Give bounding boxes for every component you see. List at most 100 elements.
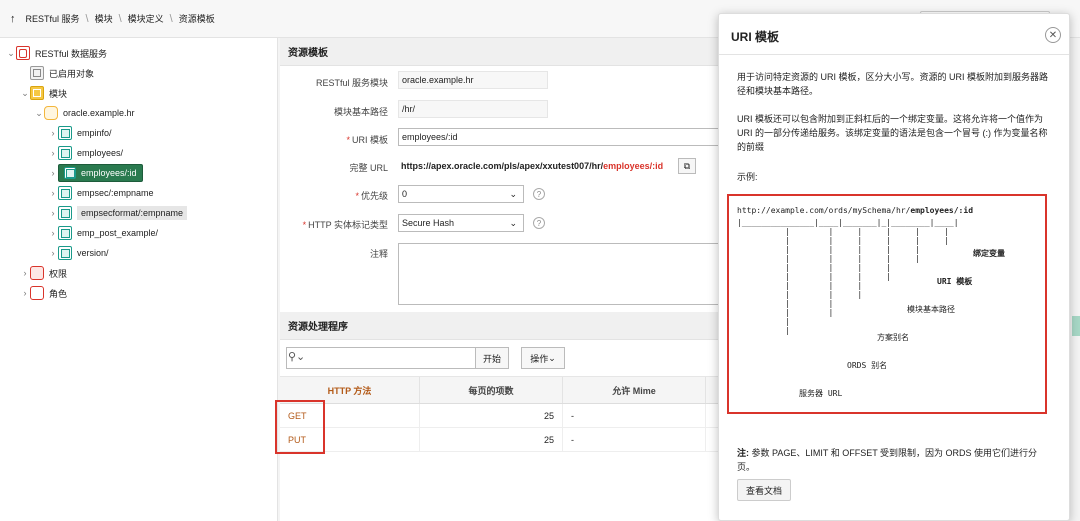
module-value: oracle.example.hr bbox=[398, 71, 548, 89]
chevron-right-icon[interactable]: › bbox=[48, 228, 58, 238]
chevron-right-icon[interactable]: › bbox=[48, 168, 58, 178]
tree-node-enabled-objects[interactable]: 已启用对象 bbox=[20, 64, 94, 82]
tree-node-template[interactable]: › empsec/:empname bbox=[48, 184, 154, 202]
column-header[interactable]: 每页的项数 bbox=[420, 377, 563, 403]
template-icon bbox=[58, 226, 72, 240]
code-ords-label: ORDS 别名 bbox=[847, 361, 888, 370]
tree-node-label: 角色 bbox=[49, 288, 68, 299]
code-schema-label: 方案别名 bbox=[877, 333, 909, 342]
module-label: RESTful 服务模块 bbox=[315, 78, 388, 88]
dialog-paragraph: URI 模板还可以包含附加到正斜杠后的一个绑定变量。这将允许将一个值作为 URI… bbox=[737, 114, 1048, 152]
code-diagram: |_______________|____|_______|_|________… bbox=[737, 218, 959, 335]
chevron-right-icon[interactable]: › bbox=[48, 128, 58, 138]
code-uri-label: URI 模板 bbox=[937, 277, 973, 286]
full-url-label: 完整 URL bbox=[349, 163, 388, 173]
breadcrumb-separator: \ bbox=[169, 12, 173, 25]
region-title: 资源模板 bbox=[280, 38, 720, 66]
code-bind-label: 绑定变量 bbox=[973, 249, 1005, 258]
chevron-right-icon[interactable]: › bbox=[20, 268, 30, 278]
etag-select[interactable]: Secure Hash ⌄ bbox=[398, 214, 524, 232]
tree-node-roles[interactable]: › 角色 bbox=[20, 284, 67, 302]
tree-node-modules[interactable]: ⌄ 模块 bbox=[20, 84, 67, 102]
view-docs-button[interactable]: 查看文档 bbox=[737, 479, 791, 501]
tree-node-label: emp_post_example/ bbox=[77, 228, 159, 238]
object-icon bbox=[30, 66, 44, 80]
database-icon bbox=[16, 46, 30, 60]
tree-node-module[interactable]: ⌄ oracle.example.hr bbox=[34, 104, 135, 122]
template-icon bbox=[58, 126, 72, 140]
tree-node-template[interactable]: › emp_post_example/ bbox=[48, 224, 158, 242]
base-path-value: /hr/ bbox=[398, 100, 548, 118]
items-cell: 25 bbox=[420, 404, 563, 427]
base-path-label: 模块基本路径 bbox=[333, 107, 388, 117]
template-icon bbox=[58, 186, 72, 200]
tree-node-template[interactable]: › version/ bbox=[48, 244, 109, 262]
arrow-up-icon[interactable]: ↑ bbox=[10, 13, 16, 25]
modules-icon bbox=[30, 86, 44, 100]
chevron-down-icon[interactable]: ⌄ bbox=[6, 48, 16, 59]
module-icon bbox=[44, 106, 58, 120]
chevron-right-icon[interactable]: › bbox=[20, 288, 30, 298]
actions-button[interactable]: 操作 ⌄ bbox=[521, 347, 565, 369]
search-icon[interactable]: ⚲⌄ bbox=[288, 350, 305, 363]
tree-node-privileges[interactable]: › 权限 bbox=[20, 264, 67, 282]
chevron-right-icon[interactable]: › bbox=[48, 188, 58, 198]
copy-icon[interactable]: ⧉ bbox=[678, 158, 696, 174]
tree-node-label: empinfo/ bbox=[77, 128, 112, 138]
template-icon bbox=[58, 246, 72, 260]
tree-node-label: 权限 bbox=[49, 268, 68, 279]
priority-select[interactable]: 0 ⌄ bbox=[398, 185, 524, 203]
tree-node-root[interactable]: ⌄ RESTful 数据服务 bbox=[6, 44, 107, 62]
example-code-box: http://example.com/ords/mySchema/hr/empl… bbox=[727, 194, 1047, 414]
help-icon[interactable]: ? bbox=[533, 217, 545, 229]
user-role-icon bbox=[30, 286, 44, 300]
go-button[interactable]: 开始 bbox=[475, 347, 509, 369]
tree-node-template[interactable]: › empinfo/ bbox=[48, 124, 112, 142]
tree-node-label: oracle.example.hr bbox=[63, 108, 135, 118]
breadcrumb-item[interactable]: 模块定义 bbox=[128, 12, 164, 25]
tree-node-label: version/ bbox=[77, 248, 109, 258]
template-icon bbox=[58, 206, 72, 220]
tree-node-template[interactable]: › employees/ bbox=[48, 144, 123, 162]
chevron-right-icon[interactable]: › bbox=[48, 148, 58, 158]
template-icon bbox=[58, 146, 72, 160]
code-server-label: 服务器 URL bbox=[799, 389, 843, 398]
edge-tab[interactable] bbox=[1072, 316, 1080, 336]
chevron-down-icon: ⌄ bbox=[509, 188, 517, 199]
example-label: 示例: bbox=[737, 172, 758, 182]
code-url: http://example.com/ords/mySchema/hr/empl… bbox=[737, 206, 974, 215]
dialog-note: 注: 参数 PAGE、LIMIT 和 OFFSET 受到限制，因为 ORDS 使… bbox=[737, 448, 1038, 472]
mime-cell: - bbox=[563, 428, 706, 451]
chevron-right-icon[interactable]: › bbox=[48, 248, 58, 258]
grid-header: HTTP 方法 每页的项数 允许 Mime bbox=[280, 376, 720, 404]
tree-node-template[interactable]: › empsecformat/:empname bbox=[48, 204, 188, 222]
mime-cell: - bbox=[563, 404, 706, 427]
tree-node-template-selected[interactable]: › employees/:id bbox=[48, 164, 143, 182]
uri-template-input[interactable]: employees/:id bbox=[398, 128, 720, 146]
handlers-search-input[interactable] bbox=[286, 347, 502, 369]
priority-label: * 优先级 bbox=[355, 191, 388, 201]
chevron-down-icon[interactable]: ⌄ bbox=[34, 108, 44, 119]
table-row[interactable]: PUT 25 - bbox=[280, 428, 720, 452]
help-icon[interactable]: ? bbox=[533, 188, 545, 200]
chevron-right-icon[interactable]: › bbox=[48, 208, 58, 218]
code-base-path-label: 模块基本路径 bbox=[907, 305, 955, 314]
breadcrumb-item: 资源模板 bbox=[178, 14, 215, 24]
tree-node-label: 模块 bbox=[49, 88, 68, 99]
column-header[interactable]: 允许 Mime bbox=[563, 377, 706, 403]
breadcrumb-item[interactable]: RESTful 服务 bbox=[26, 12, 80, 25]
table-row[interactable]: GET 25 - bbox=[280, 404, 720, 428]
highlight-box bbox=[275, 400, 325, 454]
close-icon[interactable]: ✕ bbox=[1045, 27, 1061, 43]
tree-node-label: 已启用对象 bbox=[49, 68, 95, 79]
tree-node-label: employees/ bbox=[77, 148, 124, 158]
chevron-down-icon[interactable]: ⌄ bbox=[20, 88, 30, 99]
help-dialog: URI 模板 ✕ 用于访问特定资源的 URI 模板，区分大小写。资源的 URI … bbox=[718, 13, 1070, 521]
comments-label: 注释 bbox=[369, 249, 388, 259]
breadcrumb-item[interactable]: 模块 bbox=[95, 12, 113, 25]
template-icon bbox=[64, 167, 76, 179]
comments-textarea[interactable] bbox=[398, 243, 720, 305]
tree-navigation: ⌄ RESTful 数据服务 已启用对象 ⌄ 模块 ⌄ oracle.examp… bbox=[0, 38, 278, 521]
main-region: 资源模板 RESTful 服务模块 oracle.example.hr 模块基本… bbox=[275, 38, 720, 521]
selected-node[interactable]: employees/:id bbox=[58, 164, 143, 182]
